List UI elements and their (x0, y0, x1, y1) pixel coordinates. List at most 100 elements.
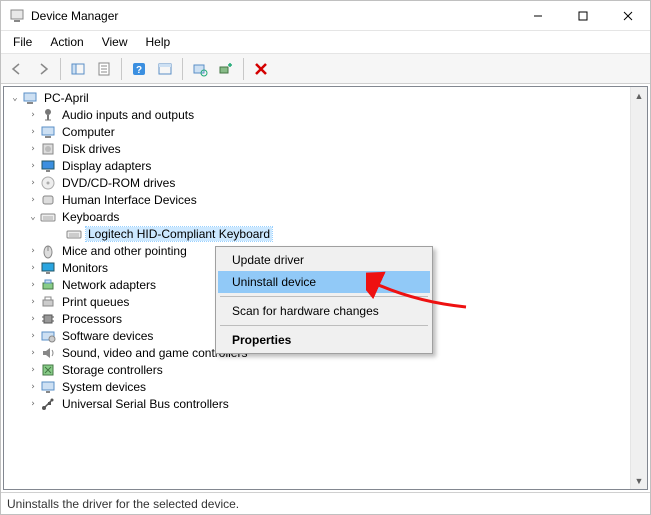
toolbar-separator (121, 58, 122, 80)
tree-item-label: Computer (60, 125, 117, 139)
expander-icon[interactable]: › (26, 365, 40, 375)
network-icon (40, 277, 56, 293)
menu-action[interactable]: Action (42, 33, 91, 51)
properties-button[interactable] (92, 57, 116, 80)
tree-item-label: Display adapters (60, 159, 153, 173)
context-menu: Update driverUninstall device Scan for ha… (215, 246, 433, 354)
keyboard-icon (40, 209, 56, 225)
menu-help[interactable]: Help (138, 33, 179, 51)
context-menu-item[interactable]: Properties (218, 329, 430, 351)
menubar: File Action View Help (1, 31, 650, 54)
tree-root-label: PC-April (42, 91, 91, 105)
scrollbar[interactable]: ▲ ▼ (630, 87, 647, 489)
show-hide-pane-button[interactable] (66, 57, 90, 80)
expander-icon[interactable]: ⌄ (26, 212, 40, 222)
tree-item[interactable]: Logitech HID-Compliant Keyboard (4, 225, 647, 242)
expander-icon[interactable]: ⌄ (8, 93, 22, 103)
display-icon (40, 158, 56, 174)
close-button[interactable] (605, 1, 650, 30)
context-menu-item[interactable]: Scan for hardware changes (218, 300, 430, 322)
computer-icon (40, 124, 56, 140)
scroll-down-button[interactable]: ▼ (631, 472, 647, 489)
usb-icon (40, 396, 56, 412)
expander-icon[interactable]: › (26, 280, 40, 290)
tree-item-label: Network adapters (60, 278, 158, 292)
tree-item-label: Processors (60, 312, 124, 326)
status-text: Uninstalls the driver for the selected d… (7, 497, 239, 511)
tree-item-label: Human Interface Devices (60, 193, 199, 207)
scroll-up-button[interactable]: ▲ (631, 87, 647, 104)
audio-icon (40, 107, 56, 123)
titlebar: Device Manager (1, 1, 650, 31)
expander-icon[interactable]: › (26, 263, 40, 273)
statusbar: Uninstalls the driver for the selected d… (1, 492, 650, 514)
expander-icon[interactable]: › (26, 110, 40, 120)
context-menu-item[interactable]: Uninstall device (218, 271, 430, 293)
storage-icon (40, 362, 56, 378)
tree-item-label: Storage controllers (60, 363, 165, 377)
scan-hardware-button[interactable] (188, 57, 212, 80)
expander-icon[interactable]: › (26, 144, 40, 154)
sound-icon (40, 345, 56, 361)
tree-item[interactable]: › Human Interface Devices (4, 191, 647, 208)
context-menu-separator (220, 325, 428, 326)
menu-file[interactable]: File (5, 33, 40, 51)
expander-icon[interactable]: › (26, 399, 40, 409)
window-title: Device Manager (31, 9, 515, 23)
tree-item-label: DVD/CD-ROM drives (60, 176, 177, 190)
expander-icon[interactable]: › (26, 314, 40, 324)
toolbar-separator (182, 58, 183, 80)
tree-item[interactable]: › Storage controllers (4, 361, 647, 378)
system-icon (40, 379, 56, 395)
add-legacy-hardware-button[interactable] (214, 57, 238, 80)
mouse-icon (40, 243, 56, 259)
tree-item[interactable]: › DVD/CD-ROM drives (4, 174, 647, 191)
expander-icon[interactable]: › (26, 127, 40, 137)
expander-icon[interactable]: › (26, 382, 40, 392)
tree-item[interactable]: ⌄ Keyboards (4, 208, 647, 225)
cd-icon (40, 175, 56, 191)
tree-root[interactable]: ⌄ PC-April (4, 89, 647, 106)
minimize-button[interactable] (515, 1, 560, 30)
expander-icon[interactable]: › (26, 195, 40, 205)
svg-text:?: ? (136, 65, 142, 76)
hid-icon (40, 192, 56, 208)
expander-icon[interactable]: › (26, 178, 40, 188)
tree-item[interactable]: ›Universal Serial Bus controllers (4, 395, 647, 412)
tree-item-label: Print queues (60, 295, 131, 309)
expander-icon[interactable]: › (26, 297, 40, 307)
expander-icon[interactable]: › (26, 348, 40, 358)
tree-item-label: Keyboards (60, 210, 121, 224)
tree-item-label: Audio inputs and outputs (60, 108, 196, 122)
tree-item[interactable]: › Display adapters (4, 157, 647, 174)
tree-item[interactable]: › Audio inputs and outputs (4, 106, 647, 123)
forward-button[interactable] (31, 57, 55, 80)
uninstall-button[interactable] (249, 57, 273, 80)
software-icon (40, 328, 56, 344)
tree-item[interactable]: ›Disk drives (4, 140, 647, 157)
help-button[interactable]: ? (127, 57, 151, 80)
toolbar: ? (1, 54, 650, 84)
cpu-icon (40, 311, 56, 327)
tree-item-label: Mice and other pointing (60, 244, 189, 258)
computer-icon (22, 90, 38, 106)
tree-item-label: Monitors (60, 261, 110, 275)
menu-view[interactable]: View (94, 33, 136, 51)
tree-item-label: System devices (60, 380, 148, 394)
toolbar-separator (60, 58, 61, 80)
context-menu-separator (220, 296, 428, 297)
toolbar-separator (243, 58, 244, 80)
context-menu-item[interactable]: Update driver (218, 249, 430, 271)
action-button[interactable] (153, 57, 177, 80)
expander-icon[interactable]: › (26, 161, 40, 171)
expander-icon[interactable]: › (26, 331, 40, 341)
expander-icon[interactable]: › (26, 246, 40, 256)
window-controls (515, 1, 650, 30)
tree-item[interactable]: › System devices (4, 378, 647, 395)
tree-item[interactable]: › Computer (4, 123, 647, 140)
tree-item-label: Software devices (60, 329, 155, 343)
printer-icon (40, 294, 56, 310)
maximize-button[interactable] (560, 1, 605, 30)
disk-icon (40, 141, 56, 157)
back-button[interactable] (5, 57, 29, 80)
